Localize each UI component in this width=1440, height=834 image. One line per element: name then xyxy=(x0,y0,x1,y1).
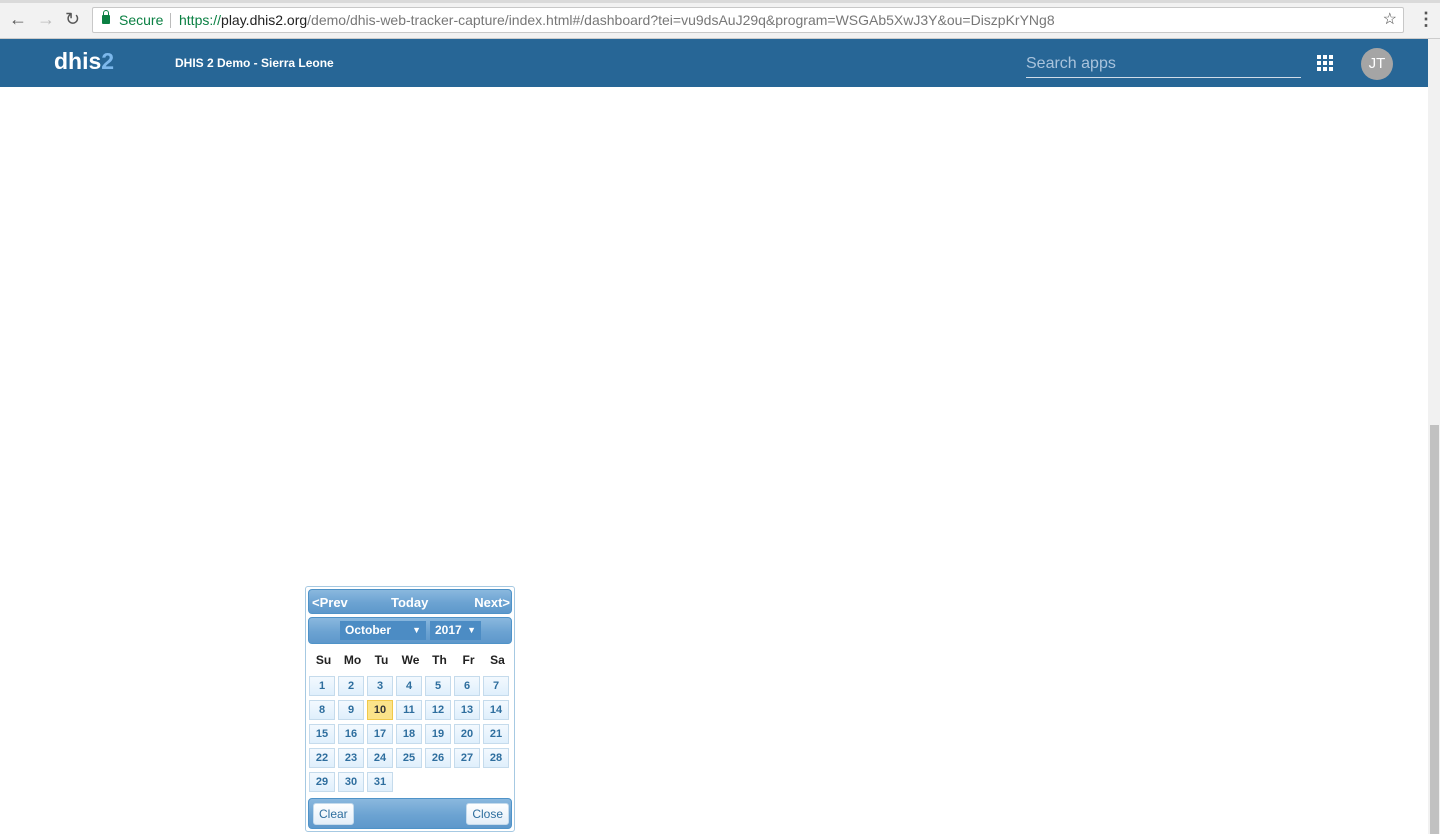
day-cell[interactable]: 3 xyxy=(367,676,393,696)
day-cell[interactable]: 12 xyxy=(425,700,451,720)
day-cell[interactable]: 6 xyxy=(454,676,480,696)
today-button[interactable]: Today xyxy=(391,595,428,610)
bookmark-star-icon[interactable]: ☆ xyxy=(1383,8,1397,32)
day-cell[interactable]: 21 xyxy=(483,724,509,744)
day-cell[interactable]: 15 xyxy=(309,724,335,744)
year-select[interactable]: 2017 ▼ xyxy=(430,621,481,640)
day-cell[interactable]: 20 xyxy=(454,724,480,744)
chevron-down-icon: ▼ xyxy=(467,625,476,635)
day-cell[interactable]: 17 xyxy=(367,724,393,744)
weekday-label: Tu xyxy=(374,653,389,667)
back-icon[interactable]: ← xyxy=(9,9,27,30)
weekday-label: Fr xyxy=(462,653,475,667)
next-button[interactable]: Next> xyxy=(474,595,510,610)
apps-grid-icon[interactable] xyxy=(1317,55,1333,71)
day-cell[interactable]: 26 xyxy=(425,748,451,768)
tab-strip xyxy=(0,0,1440,3)
day-cell[interactable]: 2 xyxy=(338,676,364,696)
scrollbar-thumb[interactable] xyxy=(1430,425,1439,834)
day-cell[interactable]: 23 xyxy=(338,748,364,768)
day-cell[interactable]: 19 xyxy=(425,724,451,744)
day-cell[interactable]: 18 xyxy=(396,724,422,744)
url-text: https://play.dhis2.org/demo/dhis-web-tra… xyxy=(179,12,1055,28)
day-cell[interactable]: 16 xyxy=(338,724,364,744)
app-header: dhis2 DHIS 2 Demo - Sierra Leone Search … xyxy=(0,39,1428,87)
datepicker-nav: <Prev Today Next> xyxy=(308,589,512,614)
day-cell[interactable]: 30 xyxy=(338,772,364,792)
datepicker: <Prev Today Next> October ▼ 2017 ▼ Su Mo Tu W… xyxy=(305,586,515,832)
weekday-header: Su Mo Tu We Th Fr Sa xyxy=(309,653,513,667)
address-bar[interactable]: Secure https://play.dhis2.org/demo/dhis-… xyxy=(92,7,1404,33)
day-cell[interactable]: 22 xyxy=(309,748,335,768)
secure-label: Secure xyxy=(119,12,164,28)
weekday-label: Mo xyxy=(343,653,362,667)
page-scrollbar[interactable] xyxy=(1428,39,1440,834)
clear-button[interactable]: Clear xyxy=(313,803,354,825)
day-cell[interactable]: 9 xyxy=(338,700,364,720)
weekday-label: Su xyxy=(315,653,332,667)
month-select[interactable]: October ▼ xyxy=(340,621,426,640)
day-cell[interactable]: 1 xyxy=(309,676,335,696)
browser-menu-icon[interactable]: ⋮ xyxy=(1417,9,1435,30)
instance-title: DHIS 2 Demo - Sierra Leone xyxy=(175,56,334,70)
month-year-bar: October ▼ 2017 ▼ xyxy=(308,617,512,644)
day-cell[interactable]: 11 xyxy=(396,700,422,720)
weekday-label: Sa xyxy=(490,653,505,667)
avatar[interactable]: JT xyxy=(1361,48,1393,80)
weekday-label: Th xyxy=(432,653,447,667)
day-cell[interactable]: 7 xyxy=(483,676,509,696)
day-cell[interactable]: 29 xyxy=(309,772,335,792)
day-cell[interactable]: 10 xyxy=(367,700,393,720)
weekday-label: We xyxy=(401,653,420,667)
lock-icon xyxy=(102,10,110,24)
day-cell[interactable]: 4 xyxy=(396,676,422,696)
day-cell[interactable]: 31 xyxy=(367,772,393,792)
reload-icon[interactable]: ↻ xyxy=(65,9,80,30)
chevron-down-icon: ▼ xyxy=(412,625,421,635)
day-cell[interactable]: 25 xyxy=(396,748,422,768)
dhis2-logo[interactable]: dhis2 xyxy=(54,48,114,75)
day-cell[interactable]: 5 xyxy=(425,676,451,696)
prev-button[interactable]: <Prev xyxy=(312,595,348,610)
divider xyxy=(170,13,171,28)
day-grid: 1 2 3 4 5 6 7 8 9 10 11 12 13 14 15 16 17 18 19 20 21 22 23 24 2… xyxy=(309,676,509,792)
day-cell[interactable]: 24 xyxy=(367,748,393,768)
browser-toolbar: ← → ↻ Secure https://play.dhis2.org/demo… xyxy=(0,0,1440,39)
day-cell[interactable]: 27 xyxy=(454,748,480,768)
forward-icon[interactable]: → xyxy=(37,9,55,30)
datepicker-footer: Clear Close xyxy=(308,798,512,829)
close-button[interactable]: Close xyxy=(466,803,509,825)
day-cell[interactable]: 28 xyxy=(483,748,509,768)
day-cell[interactable]: 14 xyxy=(483,700,509,720)
day-cell[interactable]: 13 xyxy=(454,700,480,720)
day-cell[interactable]: 8 xyxy=(309,700,335,720)
search-apps-input[interactable]: Search apps xyxy=(1026,51,1301,78)
